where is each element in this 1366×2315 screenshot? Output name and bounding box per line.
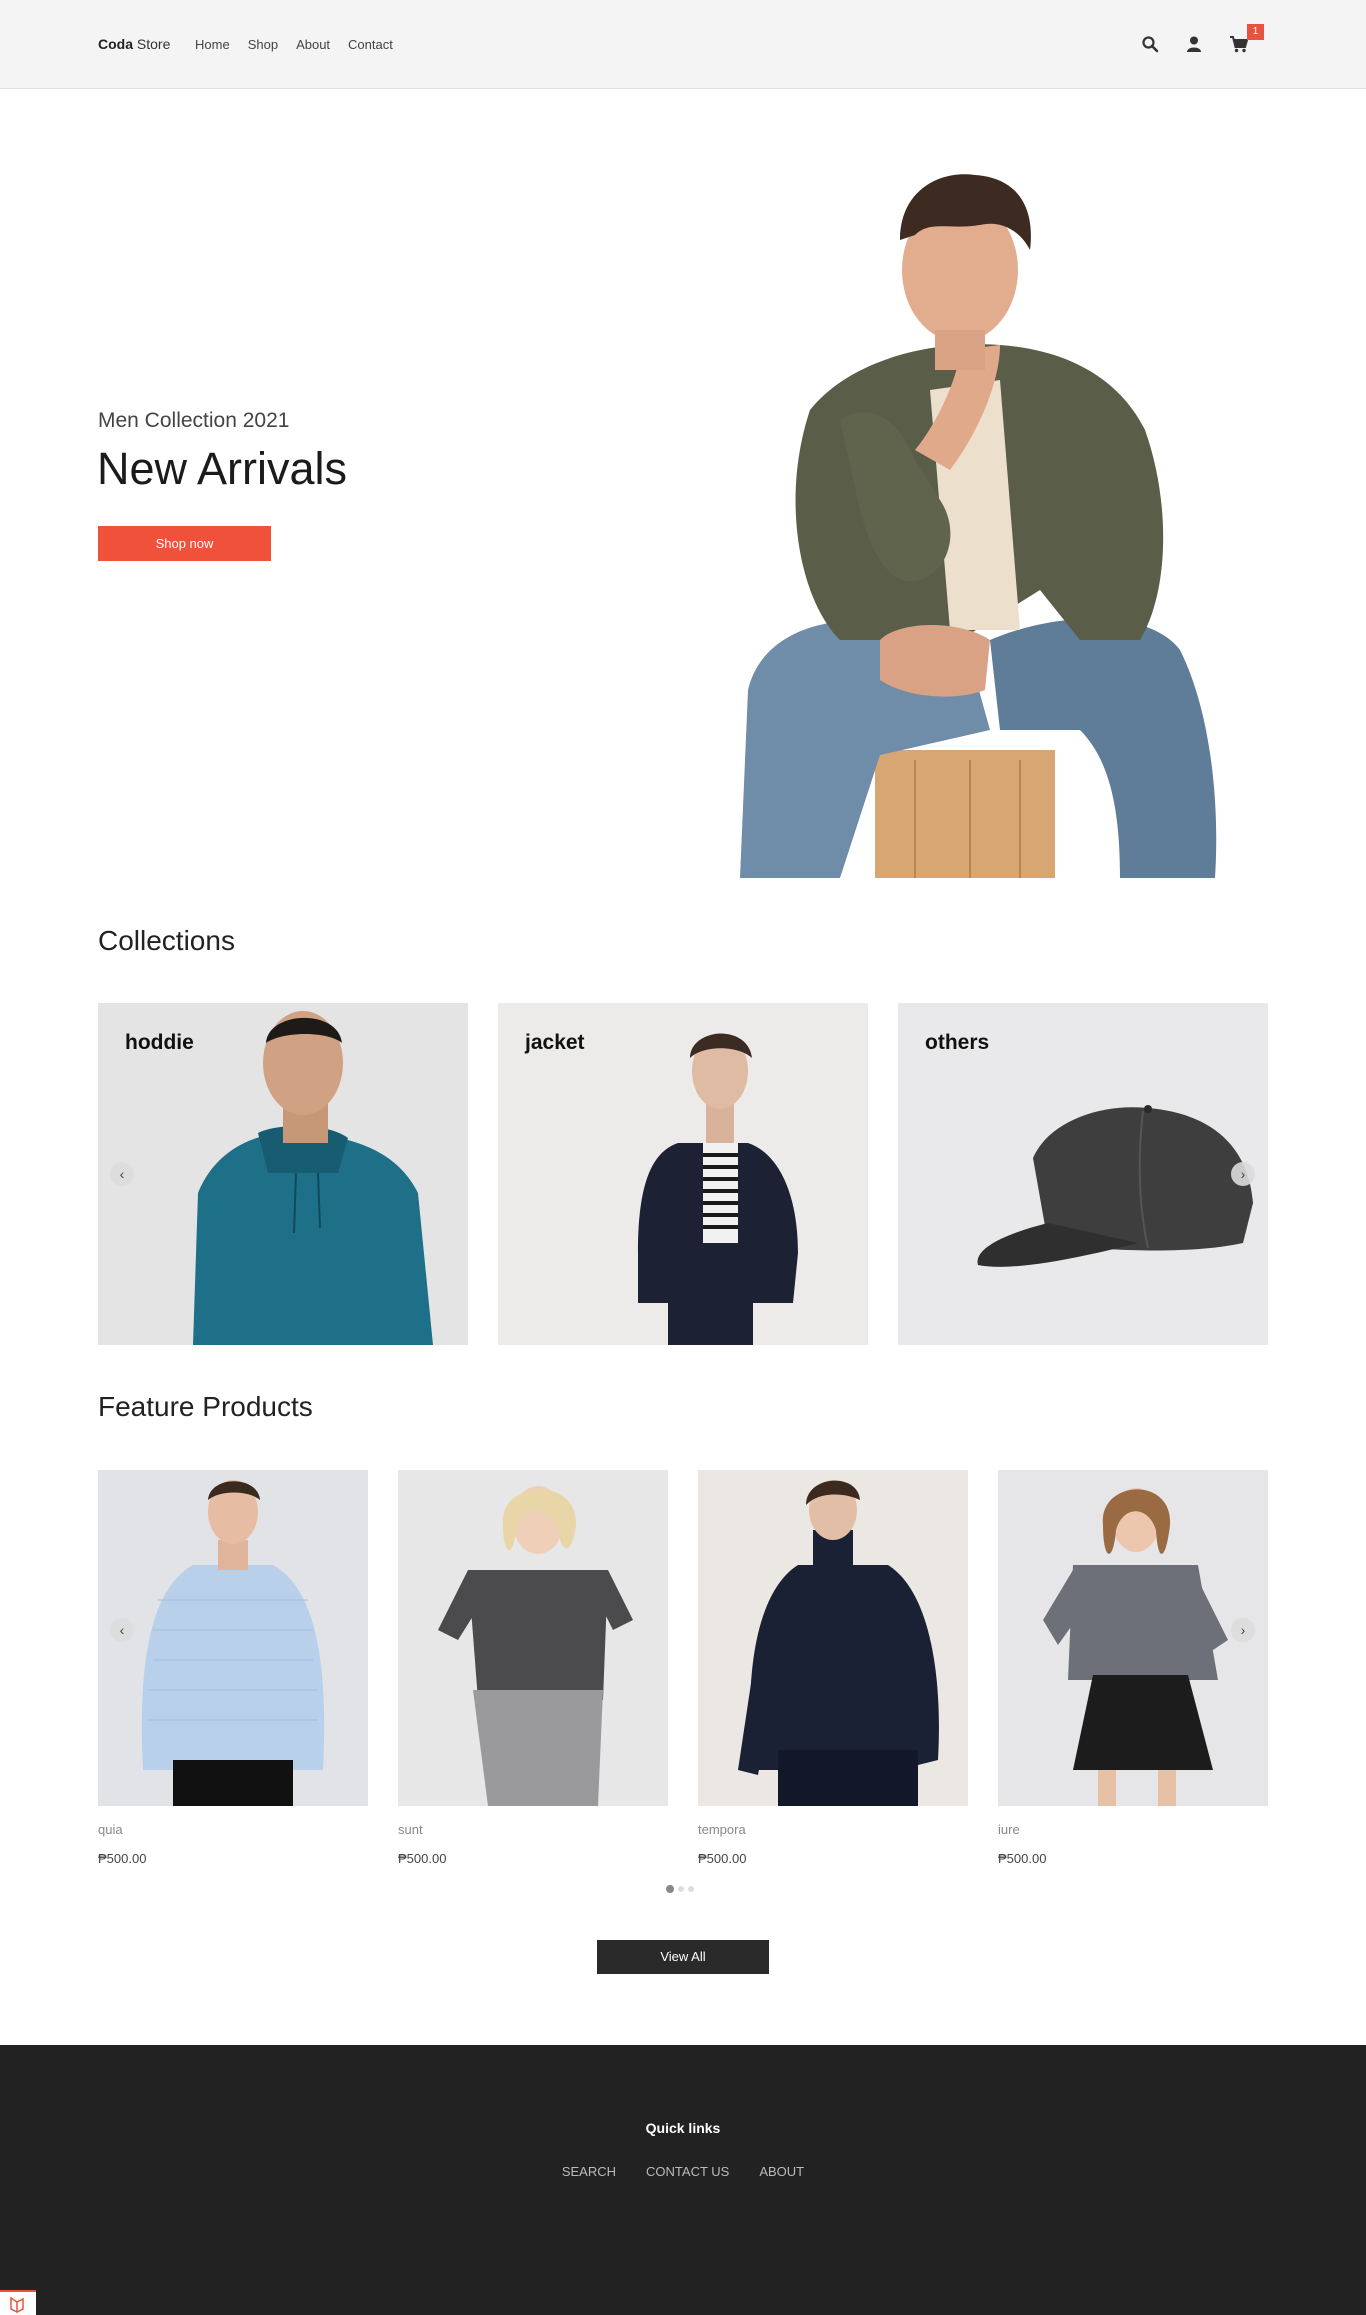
shirt-skirt-model-image	[1043, 1488, 1228, 1806]
user-icon[interactable]	[1185, 35, 1203, 53]
search-icon[interactable]	[1141, 35, 1159, 53]
brand-logo[interactable]: Coda Store	[98, 36, 170, 52]
footer-links: SEARCH CONTACT US ABOUT	[0, 2164, 1366, 2179]
collection-label: jacket	[525, 1031, 585, 1054]
product-card[interactable]: ‹ quia ₱500.00	[98, 1470, 368, 1866]
product-price: ₱500.00	[698, 1851, 747, 1866]
product-name[interactable]: iure	[998, 1822, 1268, 1837]
product-name[interactable]: sunt	[398, 1822, 668, 1837]
product-name[interactable]: quia	[98, 1822, 368, 1837]
collection-card-hoddie[interactable]: hoddie ‹	[98, 1003, 468, 1345]
chevron-right-icon[interactable]: ›	[1231, 1162, 1255, 1186]
site-header: Coda Store Home Shop About Contact 1	[0, 0, 1366, 89]
chevron-left-icon[interactable]: ‹	[110, 1618, 134, 1642]
product-image[interactable]	[398, 1470, 668, 1806]
view-all-button[interactable]: View All	[597, 1940, 769, 1974]
product-name[interactable]: tempora	[698, 1822, 968, 1837]
nav-contact[interactable]: Contact	[348, 37, 393, 52]
chevron-right-icon[interactable]: ›	[1231, 1618, 1255, 1642]
chevron-left-icon[interactable]: ‹	[110, 1162, 134, 1186]
product-card[interactable]: sunt ₱500.00	[398, 1470, 668, 1866]
product-image[interactable]: ‹	[98, 1470, 368, 1806]
carousel-dot[interactable]	[666, 1885, 674, 1893]
footer-link-about[interactable]: ABOUT	[759, 2164, 804, 2179]
cart-icon[interactable]	[1229, 35, 1249, 53]
collection-card-jacket[interactable]: jacket	[498, 1003, 868, 1345]
collection-label: others	[925, 1031, 990, 1054]
debug-badge-icon[interactable]	[0, 2290, 36, 2315]
carousel-dot[interactable]	[678, 1886, 684, 1892]
feature-products-title: Feature Products	[98, 1391, 313, 1422]
collection-label: hoddie	[125, 1031, 194, 1054]
product-price: ₱500.00	[398, 1851, 447, 1866]
hero-title: New Arrivals	[97, 443, 348, 494]
carousel-dots	[666, 1885, 694, 1893]
product-price: ₱500.00	[98, 1851, 147, 1866]
product-card[interactable]: › iure ₱500.00	[998, 1470, 1268, 1866]
site-footer: Quick links SEARCH CONTACT US ABOUT	[0, 2045, 1366, 2315]
carousel-dot[interactable]	[688, 1886, 694, 1892]
footer-link-search[interactable]: SEARCH	[562, 2164, 616, 2179]
jacket-back-model-image	[738, 1480, 939, 1806]
cart-count-badge: 1	[1247, 24, 1264, 40]
footer-title: Quick links	[645, 2120, 721, 2136]
shop-now-button[interactable]: Shop now	[98, 526, 271, 561]
nav-about[interactable]: About	[296, 37, 330, 52]
nav-home[interactable]: Home	[195, 37, 230, 52]
collections-title: Collections	[98, 925, 235, 956]
nav-shop[interactable]: Shop	[248, 37, 278, 52]
product-price: ₱500.00	[998, 1851, 1047, 1866]
product-card[interactable]: tempora ₱500.00	[698, 1470, 968, 1866]
collection-card-others[interactable]: others ›	[898, 1003, 1268, 1345]
footer-link-contact[interactable]: CONTACT US	[646, 2164, 729, 2179]
shirt-model-image	[141, 1480, 325, 1806]
main-nav: Home Shop About Contact	[195, 37, 393, 52]
tshirt-model-image	[438, 1486, 633, 1806]
hero-subtitle: Men Collection 2021	[98, 409, 290, 432]
hero-model-image	[740, 174, 1217, 878]
product-image[interactable]: ›	[998, 1470, 1268, 1806]
product-image[interactable]	[698, 1470, 968, 1806]
